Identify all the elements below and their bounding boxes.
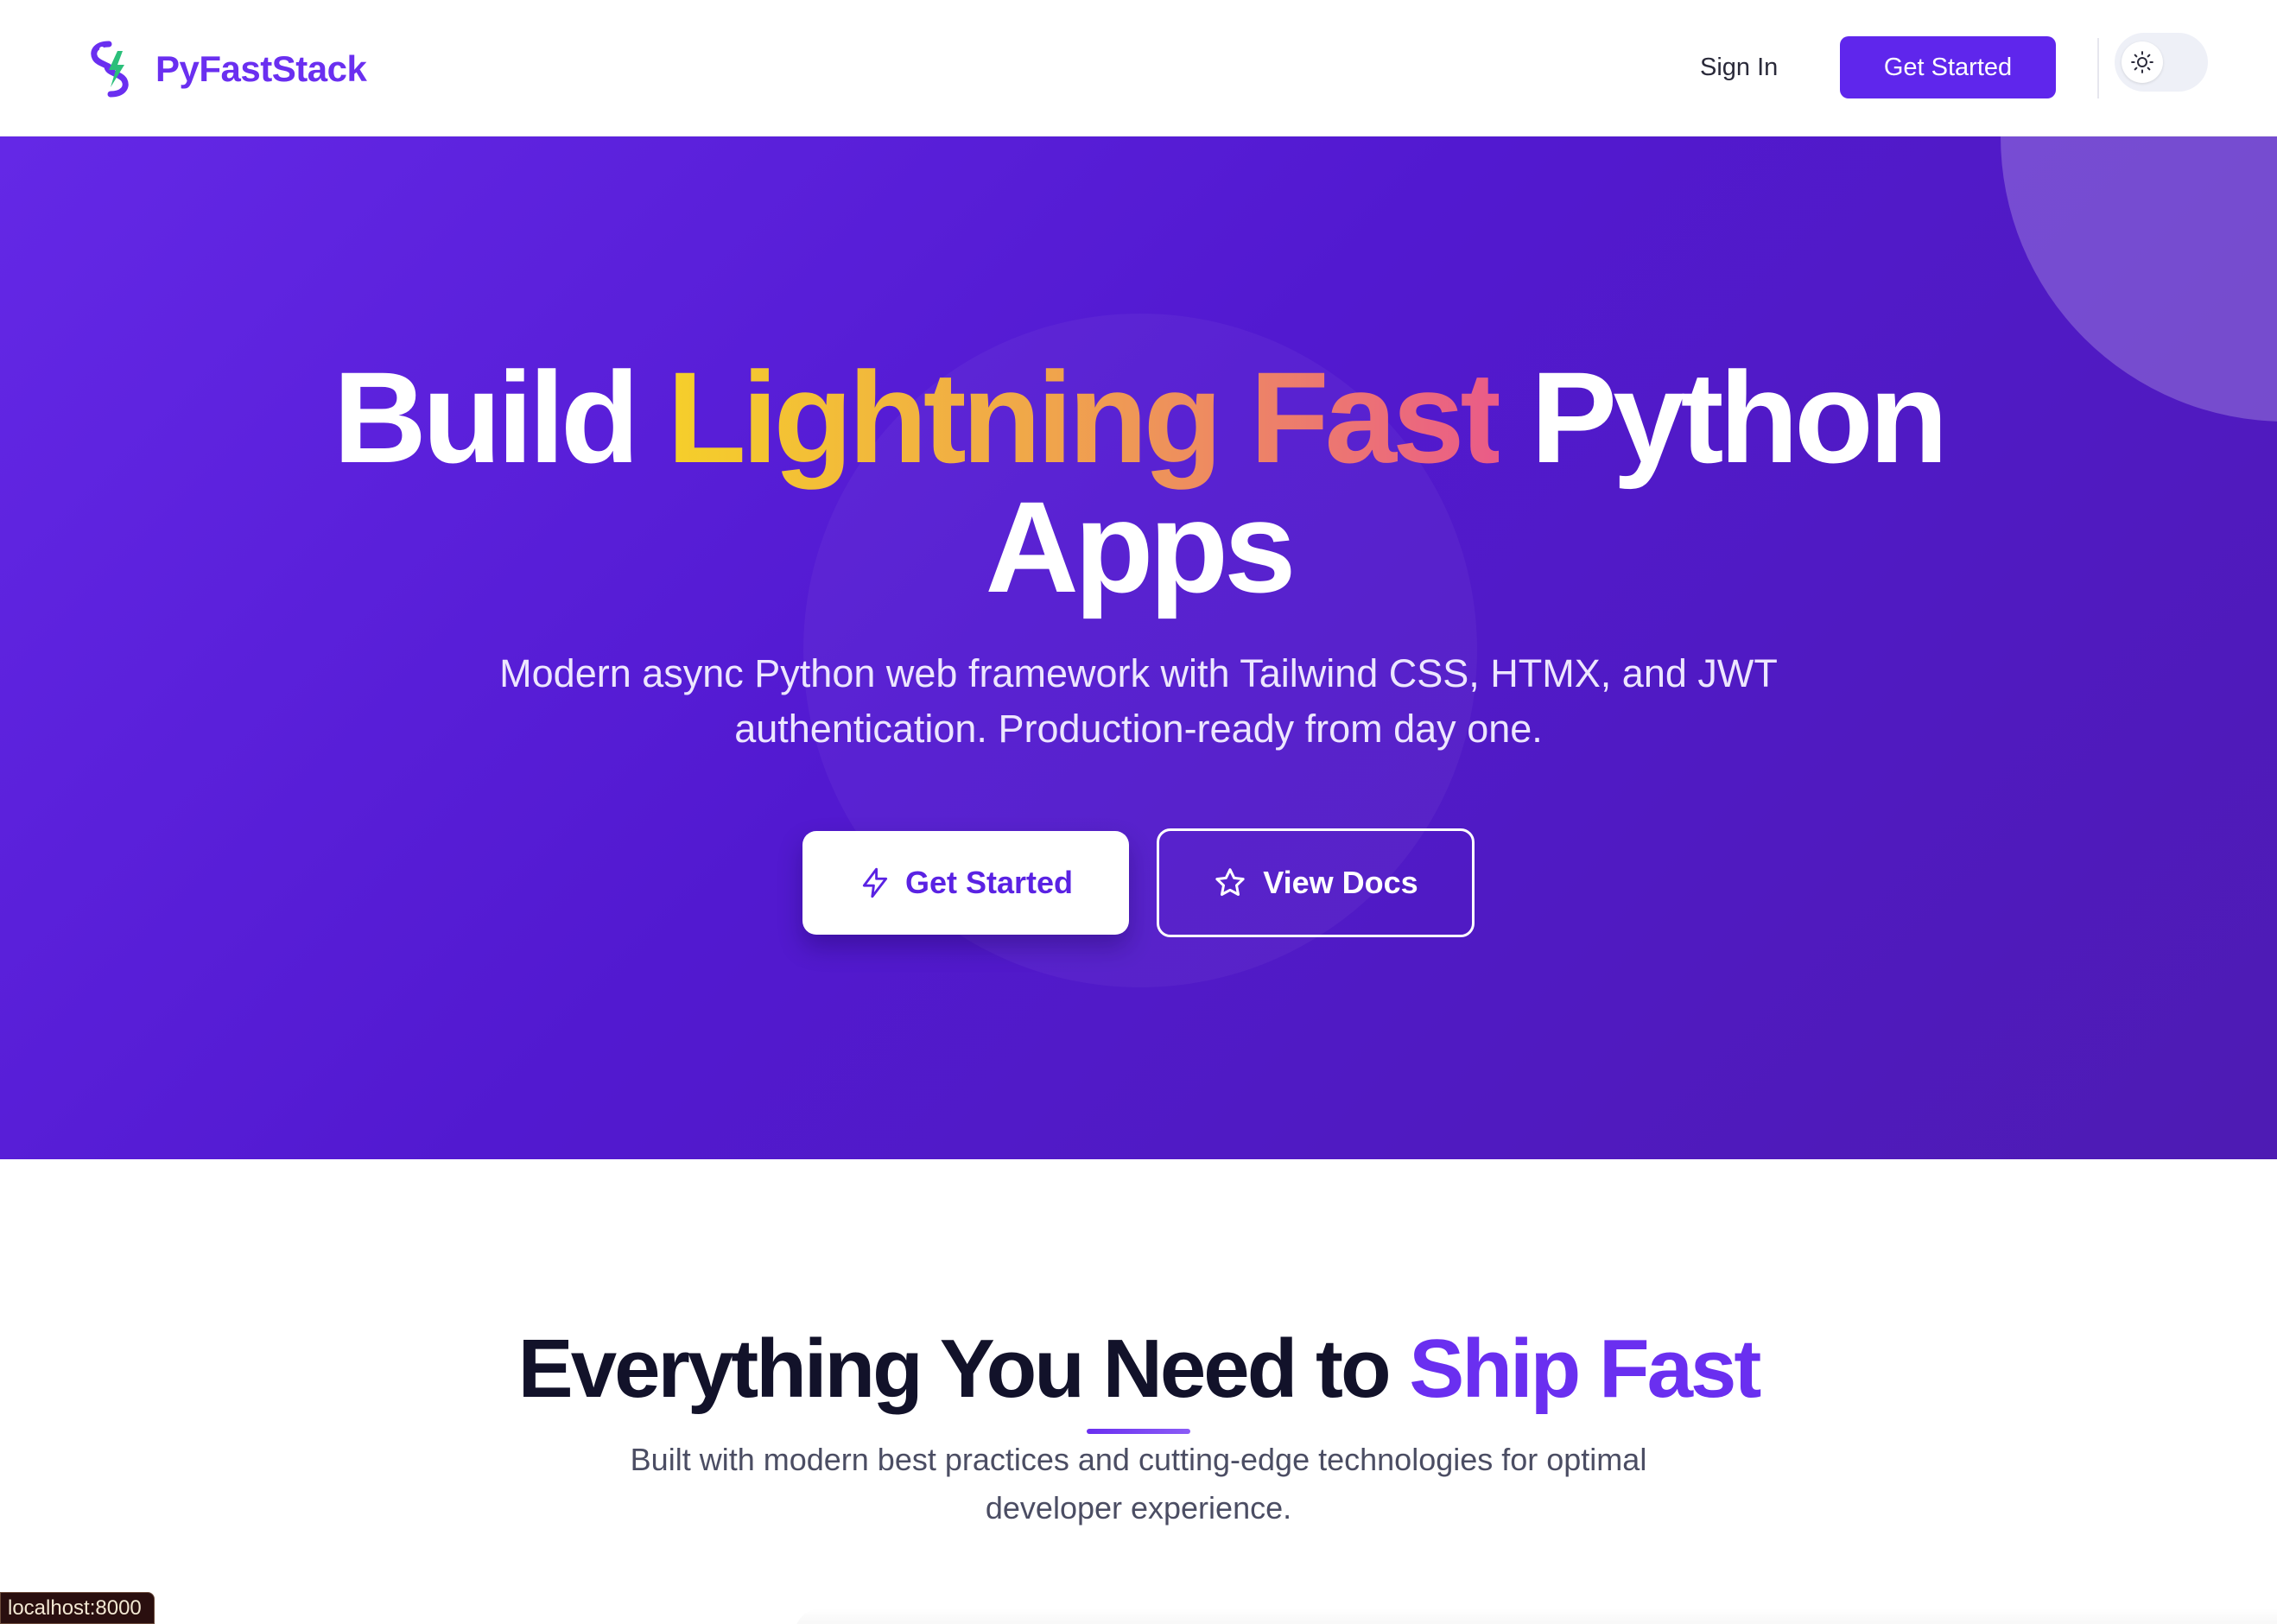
feature-cards-edge — [795, 1608, 2277, 1624]
view-docs-button[interactable]: View Docs — [1157, 828, 1475, 937]
status-bar-url: localhost:8000 — [0, 1592, 155, 1624]
brand-name: PyFastStack — [155, 48, 367, 89]
hero-title-line2: Apps — [985, 474, 1297, 619]
star-icon — [1215, 868, 1245, 896]
features-title-underline — [1087, 1429, 1190, 1434]
theme-toggle-knob — [2122, 41, 2163, 83]
features-title: Everything You Need to Ship Fast — [0, 1322, 2277, 1417]
features-subtitle: Built with modern best practices and cut… — [630, 1442, 1647, 1526]
view-docs-label: View Docs — [1263, 865, 1418, 900]
site-header: PyFastStack Sign In Get Started — [0, 0, 2277, 136]
hero-title-highlight: Lightning Fast — [667, 345, 1503, 490]
hero-subtitle: Modern async Python web framework with T… — [499, 651, 1778, 751]
signin-link[interactable]: Sign In — [1700, 45, 1778, 90]
brand-logo[interactable]: PyFastStack — [83, 35, 367, 104]
header-get-started-button[interactable]: Get Started — [1840, 36, 2056, 98]
hero-title-part2: Python — [1499, 345, 1948, 490]
hero-title-part1: Build — [333, 345, 668, 490]
hero-section: Build Lightning Fast Python Apps Modern … — [0, 136, 2277, 1159]
nav-divider — [2097, 38, 2099, 98]
lightning-bolt-icon — [862, 867, 888, 898]
features-title-accent: Ship Fast — [1409, 1323, 1761, 1415]
hero-get-started-button[interactable]: Get Started — [802, 831, 1129, 935]
python-bolt-logo-icon — [91, 41, 129, 98]
features-title-part1: Everything You Need to — [517, 1323, 1410, 1415]
sun-icon — [2131, 51, 2153, 73]
hero-title: Build Lightning Fast Python Apps — [232, 352, 2045, 612]
hero-get-started-label: Get Started — [904, 865, 1074, 900]
theme-toggle[interactable] — [2115, 33, 2208, 92]
